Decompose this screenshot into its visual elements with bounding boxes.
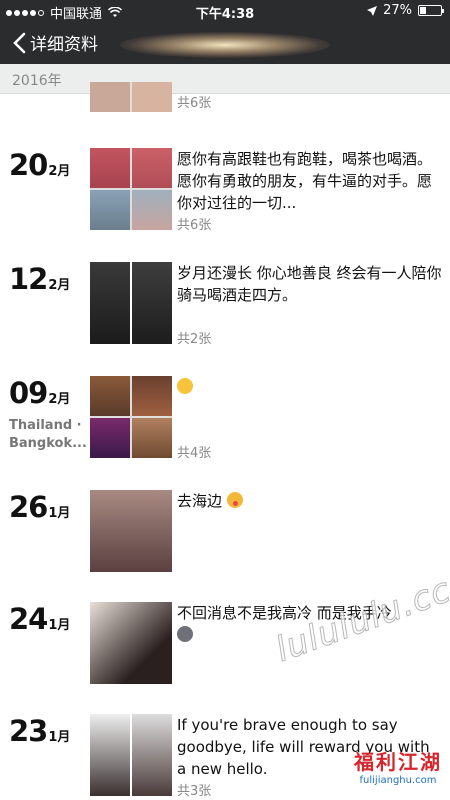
entry-text — [177, 376, 442, 398]
entry-date: 26 1月 — [9, 490, 70, 524]
entry-month: 2月 — [48, 392, 71, 407]
photo-thumbnails[interactable] — [90, 82, 172, 112]
entry-month: 1月 — [48, 730, 71, 745]
entry-text: 愿你有高跟鞋也有跑鞋，喝茶也喝酒。愿你有勇敢的朋友，有牛逼的对手。愿你对过往的一… — [177, 150, 433, 212]
photo-thumbnails[interactable] — [90, 376, 172, 458]
photo-thumbnail[interactable] — [90, 602, 172, 684]
entry-day: 20 — [9, 148, 48, 182]
entry-month: 2月 — [48, 278, 71, 293]
cold-face-icon — [177, 626, 193, 642]
status-right: 27% — [367, 3, 444, 18]
entry-day: 09 — [9, 376, 48, 410]
brand-url: fulijianghu.com — [359, 775, 437, 786]
entry-day: 24 — [9, 602, 48, 636]
back-label: 详细资料 — [30, 35, 98, 55]
tongue-face-icon — [226, 492, 243, 508]
chevron-left-icon — [13, 32, 26, 53]
brand-name: 福利江湖 — [354, 750, 442, 774]
entry-month: 2月 — [48, 164, 71, 179]
top-bar: 中国联通 下午4:38 27% 详细资料 — [0, 0, 450, 64]
entry-month: 1月 — [48, 506, 71, 521]
status-bar: 中国联通 下午4:38 27% — [0, 0, 450, 22]
photo-thumbnail[interactable] — [90, 490, 172, 572]
photo-count: 共3张 — [177, 784, 212, 799]
location-arrow-icon — [367, 5, 378, 16]
entry-date: 09 2月 — [9, 376, 70, 410]
upside-down-face-icon — [177, 378, 193, 394]
entry-month: 1月 — [48, 618, 71, 633]
photo-thumbnails[interactable] — [90, 714, 172, 796]
entry-text: 去海边 — [177, 490, 442, 512]
nav-bar: 详细资料 — [0, 26, 450, 62]
photo-count: 共2张 — [177, 332, 212, 347]
battery-percent: 27% — [383, 3, 412, 18]
brand-watermark-logo: 福利江湖 fulijianghu.com — [354, 746, 442, 786]
entry-date: 23 1月 — [9, 714, 70, 748]
battery-icon — [418, 5, 444, 16]
year-header: 2016年 — [0, 64, 450, 94]
entry-date: 12 2月 — [9, 262, 70, 296]
photo-count: 共4张 — [177, 446, 212, 461]
entry-day: 26 — [9, 490, 48, 524]
sparkle-decoration — [120, 32, 330, 58]
photo-count: 共6张 — [177, 96, 212, 111]
entry-day: 12 — [9, 262, 48, 296]
entry-day: 23 — [9, 714, 48, 748]
photo-thumbnails[interactable] — [90, 148, 172, 230]
photo-thumbnails[interactable] — [90, 262, 172, 344]
entry-location[interactable]: Thailand · Bangkok... — [9, 417, 87, 453]
photo-count: 共6张 — [177, 218, 212, 233]
entry-date: 20 2月 — [9, 148, 70, 182]
entry-date: 24 1月 — [9, 602, 70, 636]
back-button[interactable]: 详细资料 — [12, 30, 98, 55]
year-label: 2016年 — [12, 73, 62, 89]
entry-text-content: 去海边 — [177, 492, 223, 510]
entry-text: 岁月还漫长 你心地善良 终会有一人陪你骑马喝酒走四方。 — [177, 264, 442, 304]
